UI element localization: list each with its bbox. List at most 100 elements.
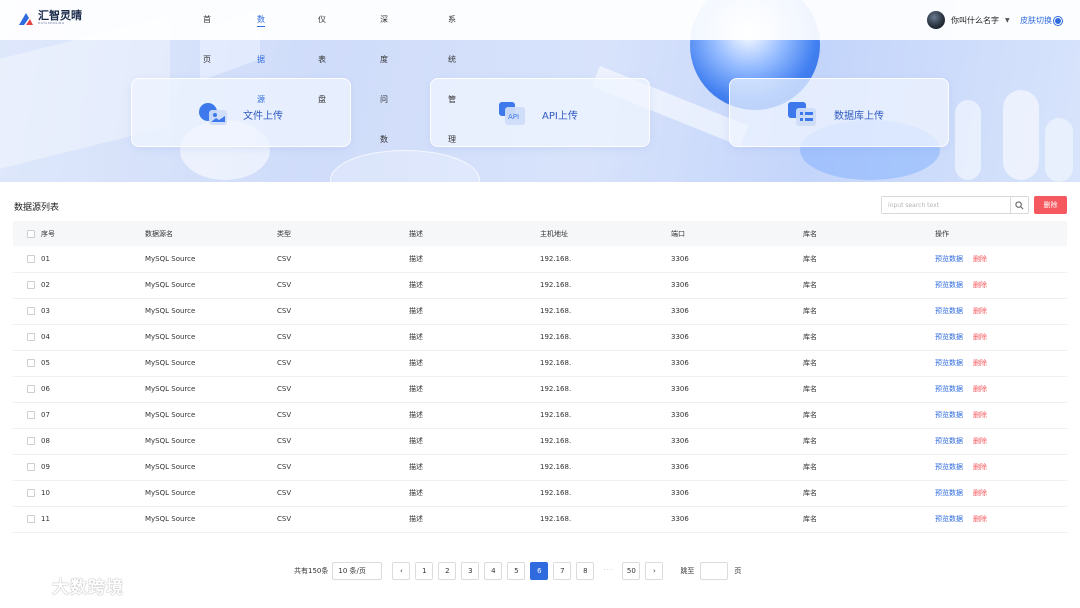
cell-actions: 预览数据 删除 — [935, 298, 1067, 325]
nav-system-admin[interactable]: 系统管理 — [448, 0, 456, 144]
page-last[interactable]: 50 — [622, 562, 641, 580]
next-page-button[interactable]: › — [645, 562, 664, 580]
row-checkbox[interactable] — [27, 333, 35, 341]
cell-type: CSV — [277, 480, 409, 507]
cell-host: 192.168. — [540, 246, 671, 273]
page-5[interactable]: 5 — [507, 562, 526, 580]
user-menu[interactable]: 你叫什么名字 ▼ — [927, 11, 1010, 29]
delete-row-link[interactable]: 删除 — [973, 437, 987, 445]
page-7[interactable]: 7 — [553, 562, 572, 580]
page-suffix: 页 — [734, 567, 742, 575]
batch-delete-button[interactable]: 删除 — [1034, 196, 1067, 214]
cell-port: 3306 — [671, 428, 803, 455]
row-checkbox[interactable] — [27, 307, 35, 315]
preview-data-link[interactable]: 预览数据 — [935, 411, 963, 419]
delete-row-link[interactable]: 删除 — [973, 385, 987, 393]
cell-port: 3306 — [671, 272, 803, 299]
cell-db: 库名 — [803, 324, 935, 351]
logo[interactable]: 汇智灵晴 DATASENSING — [18, 10, 82, 25]
row-checkbox[interactable] — [27, 411, 35, 419]
row-checkbox[interactable] — [27, 463, 35, 471]
cell-index-wrap: 04 — [13, 324, 145, 351]
delete-row-link[interactable]: 删除 — [973, 411, 987, 419]
cell-actions: 预览数据 删除 — [935, 454, 1067, 481]
delete-row-link[interactable]: 删除 — [973, 333, 987, 341]
table-row: 02 MySQL Source CSV 描述 192.168. 3306 库名 预览数据 删除 — [13, 272, 1067, 299]
row-checkbox[interactable] — [27, 359, 35, 367]
page-size-select[interactable]: 10 条/页 — [332, 562, 383, 580]
table-row: 05 MySQL Source CSV 描述 192.168. 3306 库名 预览数据 删除 — [13, 350, 1067, 377]
cell-desc: 描述 — [409, 402, 540, 429]
delete-row-link[interactable]: 删除 — [973, 307, 987, 315]
row-checkbox[interactable] — [27, 489, 35, 497]
api-upload-card[interactable]: API API上传 — [430, 78, 650, 147]
preview-data-link[interactable]: 预览数据 — [935, 385, 963, 393]
cell-name: MySQL Source — [145, 454, 277, 481]
cell-type: CSV — [277, 350, 409, 377]
avatar[interactable] — [927, 11, 945, 29]
search-icon[interactable] — [1010, 197, 1028, 213]
col-header-port: 端口 — [671, 221, 803, 246]
page-4[interactable]: 4 — [484, 562, 503, 580]
page-1[interactable]: 1 — [415, 562, 434, 580]
preview-data-link[interactable]: 预览数据 — [935, 281, 963, 289]
cell-index-wrap: 09 — [13, 454, 145, 481]
skin-switch[interactable]: 皮肤切换 — [1020, 15, 1061, 26]
chevron-down-icon[interactable]: ▼ — [1005, 17, 1010, 24]
table-row: 10 MySQL Source CSV 描述 192.168. 3306 库名 预览数据 删除 — [13, 480, 1067, 507]
row-checkbox[interactable] — [27, 437, 35, 445]
nav-dashboard[interactable]: 仪表盘 — [318, 0, 326, 104]
cell-type: CSV — [277, 454, 409, 481]
select-all-checkbox[interactable] — [27, 229, 35, 238]
preview-data-link[interactable]: 预览数据 — [935, 463, 963, 471]
preview-data-link[interactable]: 预览数据 — [935, 489, 963, 497]
row-checkbox[interactable] — [27, 385, 35, 393]
preview-data-link[interactable]: 预览数据 — [935, 255, 963, 263]
cell-port: 3306 — [671, 246, 803, 273]
page-2[interactable]: 2 — [438, 562, 457, 580]
cell-index: 11 — [41, 515, 50, 523]
nav-deep-query[interactable]: 深度问数 — [380, 0, 388, 144]
cell-actions: 预览数据 删除 — [935, 272, 1067, 299]
delete-row-link[interactable]: 删除 — [973, 463, 987, 471]
database-upload-card[interactable]: 数据库上传 — [729, 78, 949, 147]
cell-db: 库名 — [803, 402, 935, 429]
delete-row-link[interactable]: 删除 — [973, 515, 987, 523]
search-input[interactable] — [882, 197, 1011, 213]
preview-data-link[interactable]: 预览数据 — [935, 515, 963, 523]
row-checkbox[interactable] — [27, 515, 35, 523]
delete-row-link[interactable]: 删除 — [973, 489, 987, 497]
row-checkbox[interactable] — [27, 281, 35, 289]
cell-port: 3306 — [671, 324, 803, 351]
logo-mark-icon — [18, 11, 34, 25]
page-ellipsis[interactable]: ··· — [599, 562, 618, 580]
row-checkbox[interactable] — [27, 254, 35, 263]
prev-page-button[interactable]: ‹ — [392, 562, 411, 580]
cell-actions: 预览数据 删除 — [935, 480, 1067, 507]
cell-index: 08 — [41, 437, 50, 445]
delete-row-link[interactable]: 删除 — [973, 281, 987, 289]
cell-host: 192.168. — [540, 506, 671, 533]
page-3[interactable]: 3 — [461, 562, 480, 580]
preview-data-link[interactable]: 预览数据 — [935, 437, 963, 445]
jump-page-input[interactable] — [700, 562, 729, 580]
preview-data-link[interactable]: 预览数据 — [935, 307, 963, 315]
delete-row-link[interactable]: 删除 — [973, 359, 987, 367]
preview-data-link[interactable]: 预览数据 — [935, 333, 963, 341]
nav-datasource[interactable]: 数据源 — [257, 0, 265, 104]
user-name[interactable]: 你叫什么名字 — [951, 15, 999, 26]
col-header-type: 类型 — [277, 221, 409, 246]
cell-desc: 描述 — [409, 454, 540, 481]
cell-host: 192.168. — [540, 350, 671, 377]
skin-switch-label[interactable]: 皮肤切换 — [1020, 15, 1052, 26]
table-row: 04 MySQL Source CSV 描述 192.168. 3306 库名 预览数据 删除 — [13, 324, 1067, 351]
cell-type: CSV — [277, 298, 409, 325]
cell-db: 库名 — [803, 272, 935, 299]
delete-row-link[interactable]: 删除 — [973, 255, 987, 263]
cell-name: MySQL Source — [145, 480, 277, 507]
preview-data-link[interactable]: 预览数据 — [935, 359, 963, 367]
page-8[interactable]: 8 — [576, 562, 595, 580]
nav-home[interactable]: 首页 — [203, 0, 211, 64]
page-6[interactable]: 6 — [530, 562, 549, 580]
logo-subtitle: DATASENSING — [38, 21, 65, 25]
